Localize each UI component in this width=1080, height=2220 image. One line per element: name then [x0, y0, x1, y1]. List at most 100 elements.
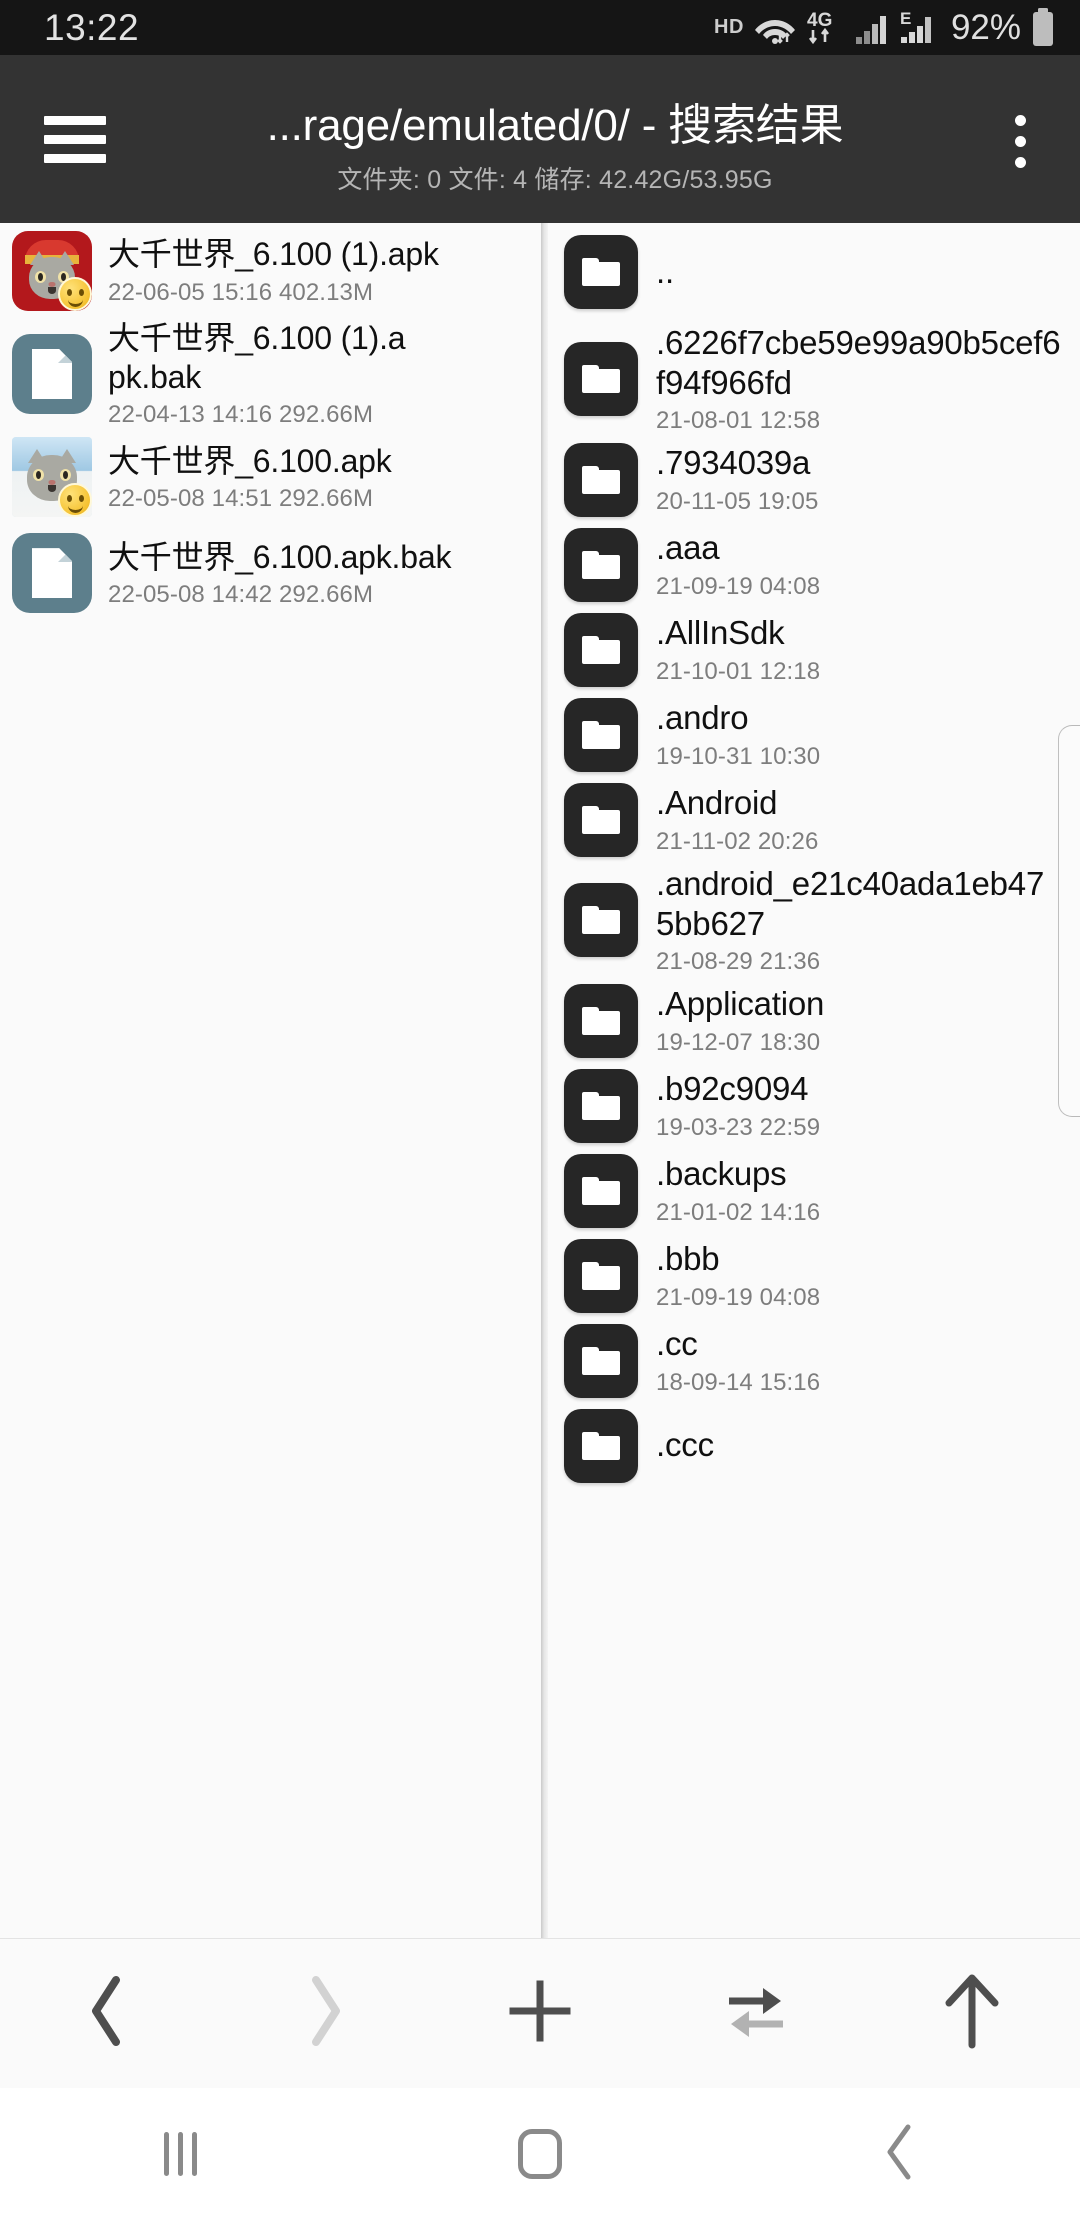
battery-percent-label: 92%: [950, 7, 1021, 47]
list-item[interactable]: .ccc: [548, 1403, 1080, 1488]
android-navigation-bar: [0, 2088, 1080, 2220]
folder-icon: [564, 1153, 638, 1228]
back-button[interactable]: [38, 1939, 178, 2089]
list-item-meta: .ccc: [656, 1425, 1066, 1465]
chevron-left-icon[interactable]: [86, 1974, 130, 2053]
list-item-meta: .7934039a 20-11-05 19:05: [656, 443, 1066, 515]
list-item[interactable]: 大千世界_6.100 (1).apk 22-06-05 15:16 402.13…: [0, 223, 541, 319]
folder-name: .b92c9094: [656, 1070, 809, 1108]
folder-name: .cc: [656, 1325, 698, 1363]
file-name: 大千世界_6.100 (1).apk: [108, 236, 439, 273]
app-bar: ...rage/emulated/0/ - 搜索结果 文件夹: 0 文件: 4 …: [0, 55, 1080, 223]
apk-cat-red-icon: [12, 231, 92, 311]
swap-arrows-icon[interactable]: [723, 1980, 789, 2047]
add-button[interactable]: [470, 1939, 610, 2089]
bottom-toolbar: [0, 1938, 1080, 2088]
recents-icon[interactable]: [163, 2132, 197, 2176]
status-bar-clock: 13:22: [44, 6, 140, 48]
list-item[interactable]: .android_e21c40ada1eb475bb627 21-08-29 2…: [548, 862, 1080, 978]
plus-icon[interactable]: [509, 1980, 571, 2047]
list-item[interactable]: .b92c9094 19-03-23 22:59: [548, 1063, 1080, 1148]
folder-date: 21-09-19 04:08: [656, 1283, 821, 1311]
list-item[interactable]: .backups 21-01-02 14:16: [548, 1148, 1080, 1233]
folder-date: 21-11-02 20:26: [656, 827, 819, 855]
folder-name: .aaa: [656, 529, 720, 567]
folder-date: 21-01-02 14:16: [656, 1198, 821, 1226]
list-item[interactable]: .AllInSdk 21-10-01 12:18: [548, 607, 1080, 692]
folder-icon: [564, 983, 638, 1058]
transfer-button[interactable]: [686, 1939, 826, 2089]
back-button[interactable]: [800, 2088, 1000, 2220]
list-item-meta: 大千世界_6.100.apk 22-05-08 14:51 292.66M: [108, 442, 527, 513]
file-info: 22-05-08 14:42 292.66M: [108, 580, 374, 608]
smiley-badge-icon: [58, 483, 92, 518]
list-item[interactable]: .6226f7cbe59e99a90b5cef6f94f966fd 21-08-…: [548, 321, 1080, 437]
apk-cat-sky-icon: [12, 437, 92, 518]
edge-signal-icon: E: [900, 9, 940, 47]
signal-bars-icon: [855, 11, 891, 45]
list-item[interactable]: .Application 19-12-07 18:30: [548, 978, 1080, 1063]
page-subtitle: 文件夹: 0 文件: 4 储存: 42.42G/53.95G: [337, 165, 773, 194]
folder-icon: [564, 883, 638, 957]
home-icon[interactable]: [518, 2129, 562, 2179]
folder-icon: [564, 612, 638, 687]
folder-date: 19-10-31 10:30: [656, 742, 821, 770]
file-browser-panes: 大千世界_6.100 (1).apk 22-06-05 15:16 402.13…: [0, 223, 1080, 1938]
folder-icon: [564, 342, 638, 416]
list-item[interactable]: .7934039a 20-11-05 19:05: [548, 437, 1080, 522]
directory-listing-pane[interactable]: .. .6226f7cbe59e99a90b5cef6f94f966fd 21-…: [548, 223, 1080, 1938]
list-item[interactable]: 大千世界_6.100.apk 22-05-08 14:51 292.66M: [0, 429, 541, 525]
up-button[interactable]: [902, 1939, 1042, 2089]
file-name: 大千世界_6.100.apk: [108, 442, 392, 479]
home-button[interactable]: [440, 2088, 640, 2220]
list-item-meta: .aaa 21-09-19 04:08: [656, 528, 1066, 600]
folder-date: 19-12-07 18:30: [656, 1028, 821, 1056]
list-item[interactable]: .cc 18-09-14 15:16: [548, 1318, 1080, 1403]
kebab-menu-icon[interactable]: [1014, 111, 1026, 168]
list-item[interactable]: .bbb 21-09-19 04:08: [548, 1233, 1080, 1318]
arrow-up-icon[interactable]: [942, 1973, 1002, 2054]
folder-icon: [564, 442, 638, 517]
back-chevron-icon[interactable]: [882, 2123, 918, 2186]
list-item-meta: ..: [656, 252, 1066, 292]
list-item[interactable]: 大千世界_6.100 (1).apk.bak 22-04-13 14:16 29…: [0, 319, 541, 429]
status-bar: 13:22 HD 4G E 92%: [0, 0, 1080, 55]
recents-button[interactable]: [80, 2088, 280, 2220]
search-results-pane[interactable]: 大千世界_6.100 (1).apk 22-06-05 15:16 402.13…: [0, 223, 541, 1938]
phone-screen: 13:22 HD 4G E 92% ...rage/emulated/0/ - …: [0, 0, 1080, 2220]
hd-label: HD: [714, 16, 744, 38]
folder-icon: [564, 1408, 638, 1483]
overflow-menu-button[interactable]: [960, 55, 1080, 223]
svg-text:4G: 4G: [807, 10, 832, 31]
hamburger-menu-icon[interactable]: [44, 106, 106, 173]
folder-date: 21-10-01 12:18: [656, 657, 821, 685]
vertical-scrollbar-thumb[interactable]: [1058, 725, 1080, 1117]
forward-button[interactable]: [254, 1939, 394, 2089]
file-info: 22-06-05 15:16 402.13M: [108, 278, 374, 306]
list-item[interactable]: .aaa 21-09-19 04:08: [548, 522, 1080, 607]
folder-date: 21-08-29 21:36: [656, 948, 821, 976]
pane-divider[interactable]: [541, 223, 548, 1938]
folder-name: ..: [656, 252, 674, 290]
folder-date: 21-08-01 12:58: [656, 407, 821, 435]
folder-icon: [564, 527, 638, 602]
list-item[interactable]: 大千世界_6.100.apk.bak 22-05-08 14:42 292.66…: [0, 525, 541, 621]
page-title: ...rage/emulated/0/ - 搜索结果: [266, 101, 844, 150]
list-item[interactable]: .Android 21-11-02 20:26: [548, 777, 1080, 862]
list-item[interactable]: ..: [548, 223, 1080, 321]
smiley-badge-icon: [58, 277, 92, 311]
list-item-meta: .backups 21-01-02 14:16: [656, 1154, 1066, 1226]
file-info: 22-05-08 14:51 292.66M: [108, 484, 374, 512]
wifi-icon: [753, 10, 797, 46]
folder-name: .Application: [656, 985, 825, 1023]
folder-name: .7934039a: [656, 444, 811, 482]
folder-date: 18-09-14 15:16: [656, 1368, 821, 1396]
list-item[interactable]: .andro 19-10-31 10:30: [548, 692, 1080, 777]
list-item-meta: .andro 19-10-31 10:30: [656, 698, 1066, 770]
status-bar-icons: HD 4G E 92%: [714, 7, 1056, 48]
folder-icon: [564, 1068, 638, 1143]
folder-name: .Android: [656, 784, 778, 822]
list-item-meta: .AllInSdk 21-10-01 12:18: [656, 613, 1066, 685]
chevron-right-icon[interactable]: [302, 1974, 346, 2053]
menu-button[interactable]: [0, 55, 150, 223]
